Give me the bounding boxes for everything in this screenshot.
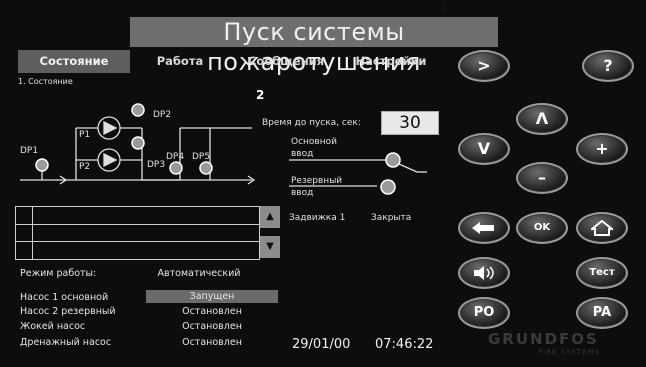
mode-label: Режим работы: [20,268,97,279]
time-to-start-value: 30 [381,111,439,135]
message-list[interactable] [15,206,260,260]
sensor-dp3 [131,136,145,150]
jockey-pump-name: Жокей насос [20,321,86,332]
pump-2-status: Остановлен [182,306,242,317]
drain-pump-name: Дренажный насос [20,337,112,348]
drain-pump-status: Остановлен [182,337,242,348]
sensor-dp5 [199,161,213,175]
down-arrow-button[interactable]: V [458,133,510,165]
pump-1-status: Запущен [146,290,278,303]
pump-2-name: Насос 2 резервный [20,306,116,317]
home-icon [589,219,615,236]
time-to-start-label: Время до пуска, сек: [262,118,361,128]
help-button[interactable]: ? [582,50,634,82]
sensor-dp4 [169,161,183,175]
minus-button[interactable]: – [516,162,568,194]
pa-button[interactable]: PA [576,297,628,329]
grundfos-logo: GRUNDFOS [488,330,599,348]
scroll-down-button[interactable]: ▼ [260,236,280,258]
jockey-pump-status: Остановлен [182,321,242,332]
label-dp2: DP2 [153,110,172,120]
page-title: Пуск системы пожаротушения [130,17,498,76]
reserve-input-switch [289,179,396,195]
up-arrow-button[interactable]: Λ [516,103,568,135]
tab-settings[interactable]: Настройки [346,50,436,73]
control-panel-screen: 1 2 Пуск системы пожаротушения Состояние… [0,0,646,367]
sound-button[interactable] [458,257,510,289]
tab-messages[interactable]: Сообщения [238,50,334,73]
home-button[interactable] [576,212,628,244]
grundfos-logo-sub: FIRE SYSTEMS [538,348,600,356]
back-button[interactable] [458,212,510,244]
label-dp1: DP1 [20,146,39,156]
tab-work[interactable]: Работа [140,50,220,73]
pump-diagram [20,103,256,185]
sensor-dp2 [131,103,145,117]
po-button[interactable]: PO [458,297,510,329]
time-display: 07:46:22 [375,337,434,352]
date-display: 29/01/00 [292,337,351,352]
test-button[interactable]: Тест [576,257,628,289]
label-p1: P1 [79,130,91,140]
pump-1-name: Насос 1 основной [20,292,109,303]
label-dp5: DP5 [192,152,211,162]
plus-button[interactable]: + [576,133,628,165]
sensor-dp1 [35,158,49,172]
label-p2: P2 [79,162,91,172]
label-dp3: DP3 [147,160,166,170]
label-dp4: DP4 [166,152,185,162]
speaker-icon [474,266,494,280]
valve-label: Задвижка 1 [289,213,346,223]
next-button[interactable]: > [458,50,510,82]
tab-status[interactable]: Состояние [18,50,130,73]
back-arrow-icon [472,222,494,234]
valve-status: Закрыта [371,213,412,223]
breadcrumb: 1. Состояние [18,77,73,86]
ok-button[interactable]: OK [516,212,568,244]
mode-value: Автоматический [157,268,241,279]
callout-1: 1 [440,2,449,16]
scroll-up-button[interactable]: ▲ [260,206,280,228]
